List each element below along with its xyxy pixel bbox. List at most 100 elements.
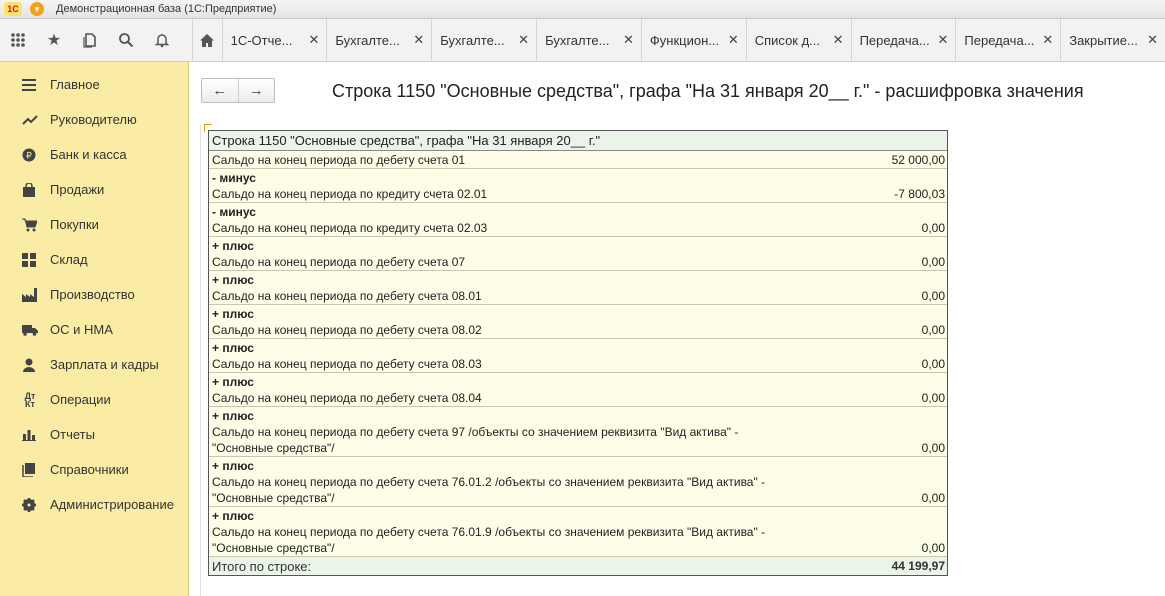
row-description: Сальдо на конец периода по дебету счета … <box>212 525 766 539</box>
history-nav: ← → <box>201 78 275 103</box>
sidebar-item-reports[interactable]: Отчеты <box>0 417 188 452</box>
row-operator: + плюс <box>212 273 254 287</box>
row-description: Сальдо на конец периода по дебету счета … <box>212 255 466 269</box>
row-description: "Основные средства"/ <box>212 441 335 455</box>
sidebar-item-salary[interactable]: Зарплата и кадры <box>0 347 188 382</box>
row-value: 0,00 <box>921 441 945 455</box>
bag-icon <box>22 182 38 197</box>
total-value: 44 199,97 <box>891 559 945 573</box>
close-icon[interactable]: ✕ <box>1042 32 1053 48</box>
menu-lines-icon <box>22 78 38 91</box>
trend-icon <box>22 114 38 126</box>
tab-transfer-2[interactable]: Передача... ✕ <box>955 19 1060 62</box>
row-value: 52 000,00 <box>891 153 945 167</box>
sidebar-item-production[interactable]: Производство <box>0 277 188 312</box>
close-icon[interactable]: ✕ <box>309 32 320 48</box>
row-line: "Основные средства"/ 0,00 <box>212 490 945 506</box>
dt-kt-icon: Дт Кт <box>24 390 36 409</box>
row-value: 0,00 <box>921 289 945 303</box>
sidebar-item-manager[interactable]: Руководителю <box>0 102 188 137</box>
row-value: 0,00 <box>921 323 945 337</box>
report-table[interactable]: Строка 1150 "Основные средства", графа "… <box>208 130 948 576</box>
close-icon[interactable]: ✕ <box>623 32 634 48</box>
sidebar-item-main[interactable]: Главное <box>0 67 188 102</box>
row-description: Сальдо на конец периода по дебету счета … <box>212 323 482 337</box>
row-operator: + плюс <box>212 409 254 423</box>
bar-chart-icon <box>22 429 38 441</box>
history-icon[interactable] <box>72 19 108 62</box>
close-icon[interactable]: ✕ <box>413 32 424 48</box>
sidebar-item-sales[interactable]: Продажи <box>0 172 188 207</box>
row-description: "Основные средства"/ <box>212 491 335 505</box>
row-line: Сальдо на конец периода по дебету счета … <box>212 152 945 168</box>
table-row[interactable]: Сальдо на конец периода по дебету счета … <box>209 151 947 169</box>
close-icon[interactable]: ✕ <box>728 32 739 48</box>
sidebar-item-fixed-assets[interactable]: ОС и НМА <box>0 312 188 347</box>
close-icon[interactable]: ✕ <box>1147 32 1158 48</box>
table-row[interactable]: + плюс Сальдо на конец периода по дебету … <box>209 271 947 305</box>
close-icon[interactable]: ✕ <box>937 32 948 48</box>
table-row[interactable]: + плюс Сальдо на конец периода по дебету … <box>209 457 947 507</box>
tab-document-list[interactable]: Список д... ✕ <box>745 19 851 62</box>
row-line: Сальдо на конец периода по дебету счета … <box>212 524 945 540</box>
close-icon[interactable]: ✕ <box>833 32 844 48</box>
factory-icon <box>22 287 38 302</box>
row-line: Сальдо на конец периода по дебету счета … <box>212 390 945 406</box>
row-value: 0,00 <box>921 255 945 269</box>
report-total-row[interactable]: Итого по строке: 44 199,97 <box>209 557 947 575</box>
row-line: Сальдо на конец периода по дебету счета … <box>212 254 945 270</box>
row-operator: - минус <box>212 171 256 185</box>
sidebar-item-operations[interactable]: Дт Кт Операции <box>0 382 188 417</box>
main-menu-dropdown-icon[interactable]: ▼ <box>30 2 44 16</box>
title-bar: 1С ▼ Демонстрационная база (1С:Предприят… <box>0 0 1165 19</box>
tab-accounting-3[interactable]: Бухгалте... ✕ <box>536 19 641 62</box>
forward-button[interactable]: → <box>237 79 275 102</box>
row-description: "Основные средства"/ <box>212 541 335 555</box>
table-row[interactable]: + плюс Сальдо на конец периода по дебету … <box>209 373 947 407</box>
app-title: Демонстрационная база (1С:Предприятие) <box>56 3 277 15</box>
sidebar-item-warehouse[interactable]: Склад <box>0 242 188 277</box>
tab-accounting-1[interactable]: Бухгалте... ✕ <box>326 19 431 62</box>
table-row[interactable]: + плюс Сальдо на конец периода по дебету … <box>209 237 947 271</box>
tab-functionality[interactable]: Функцион... ✕ <box>640 19 746 62</box>
sidebar-item-purchases[interactable]: Покупки <box>0 207 188 242</box>
app-logo-icon[interactable]: 1С <box>4 2 22 16</box>
row-line: Сальдо на конец периода по дебету счета … <box>212 322 945 338</box>
book-icon <box>22 462 38 477</box>
notifications-bell-icon[interactable] <box>144 19 180 62</box>
table-row[interactable]: + плюс Сальдо на конец периода по дебету … <box>209 305 947 339</box>
sidebar-item-administration[interactable]: Администрирование <box>0 487 188 522</box>
gear-icon <box>22 497 38 512</box>
search-icon[interactable] <box>108 19 144 62</box>
table-row[interactable]: - минус Сальдо на конец периода по кредит… <box>209 169 947 203</box>
tab-accounting-2[interactable]: Бухгалте... ✕ <box>431 19 536 62</box>
report-header: Строка 1150 "Основные средства", графа "… <box>209 131 947 151</box>
tab-transfer-1[interactable]: Передача... ✕ <box>850 19 956 62</box>
sidebar-item-directories[interactable]: Справочники <box>0 452 188 487</box>
home-icon[interactable] <box>191 19 222 62</box>
report-rows: Сальдо на конец периода по дебету счета … <box>209 151 947 557</box>
row-value: -7 800,03 <box>894 187 945 201</box>
svg-text:₽: ₽ <box>26 151 32 161</box>
tab-closing[interactable]: Закрытие... ✕ <box>1060 19 1165 62</box>
row-operator: + плюс <box>212 509 254 523</box>
apps-grid-icon[interactable] <box>0 19 36 62</box>
table-row[interactable]: + плюс Сальдо на конец периода по дебету … <box>209 507 947 557</box>
row-operator: + плюс <box>212 375 254 389</box>
total-label: Итого по строке: <box>212 558 312 574</box>
close-icon[interactable]: ✕ <box>518 32 529 48</box>
row-description: Сальдо на конец периода по кредиту счета… <box>212 187 488 201</box>
tab-1c-reports[interactable]: 1С-Отче... ✕ <box>221 19 327 62</box>
row-operator: + плюс <box>212 239 254 253</box>
sidebar-item-bank[interactable]: ₽ Банк и касса <box>0 137 188 172</box>
table-row[interactable]: + плюс Сальдо на конец периода по дебету … <box>209 407 947 457</box>
row-line: "Основные средства"/ 0,00 <box>212 440 945 456</box>
row-description: Сальдо на конец периода по дебету счета … <box>212 425 739 439</box>
row-value: 0,00 <box>921 491 945 505</box>
back-button[interactable]: ← <box>202 79 238 102</box>
row-description: Сальдо на конец периода по дебету счета … <box>212 475 766 489</box>
favorites-star-icon[interactable]: ★ <box>36 19 72 62</box>
table-row[interactable]: + плюс Сальдо на конец периода по дебету … <box>209 339 947 373</box>
row-line: Сальдо на конец периода по дебету счета … <box>212 424 945 440</box>
table-row[interactable]: - минус Сальдо на конец периода по кредит… <box>209 203 947 237</box>
